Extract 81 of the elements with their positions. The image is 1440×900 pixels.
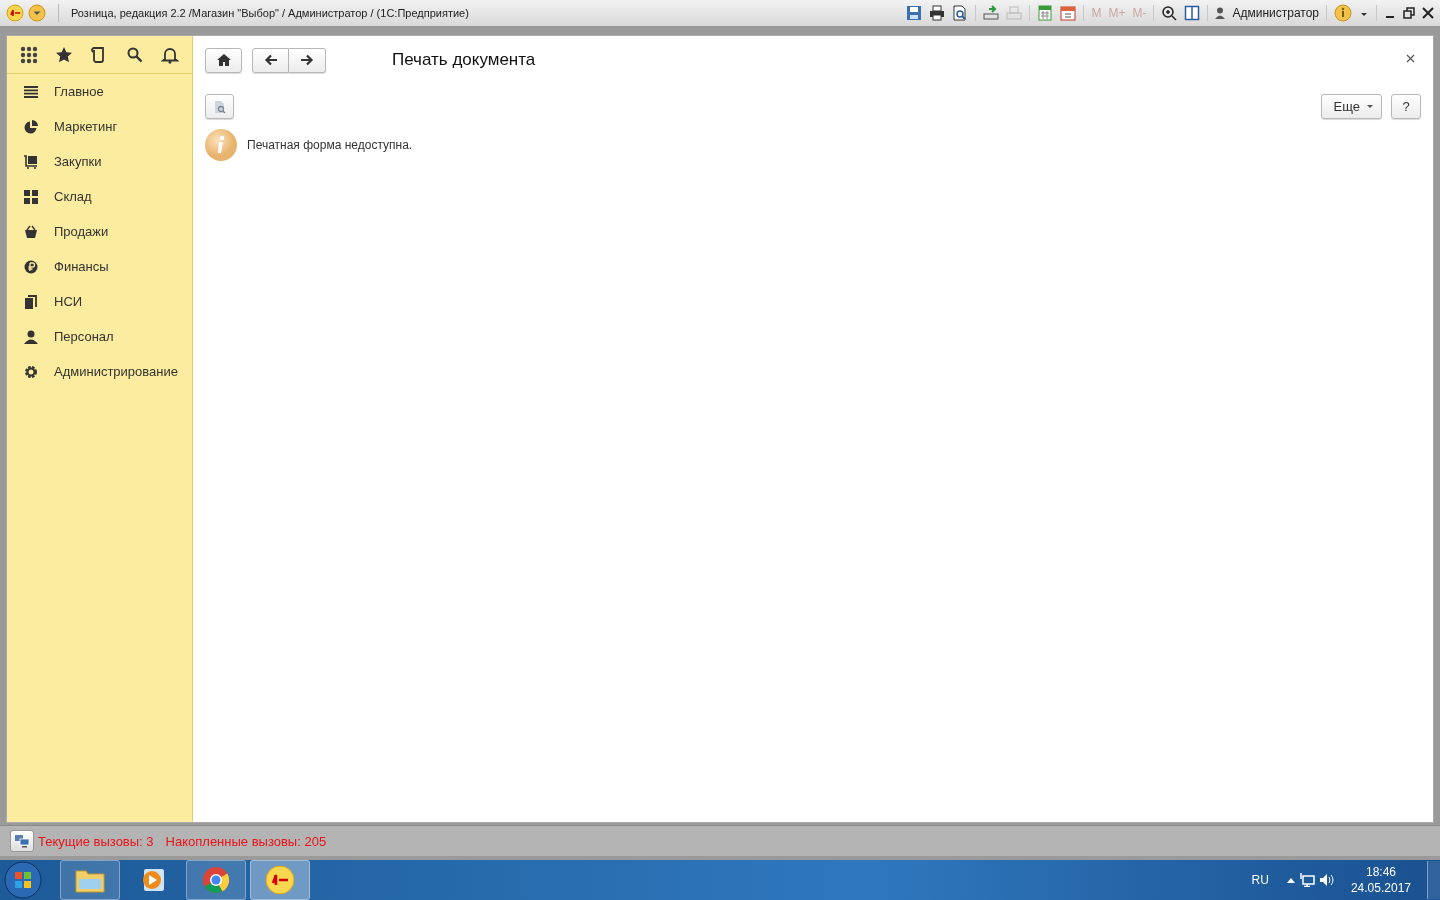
ruble-coin-icon [24,259,38,274]
close-icon[interactable] [1422,7,1434,19]
chevron-up-icon[interactable] [1286,877,1295,883]
sidebar-label: Финансы [54,259,109,274]
arrow-right-icon [300,54,314,66]
settings-icon [24,364,38,379]
app-logo-icon[interactable] [6,4,24,22]
sidebar-item[interactable]: Продажи [7,214,192,249]
start-button[interactable] [4,861,42,899]
current-calls: Текущие вызовы: 3 [38,833,154,849]
speaker-icon[interactable] [1318,873,1335,887]
list-icon [24,84,38,99]
sidebar-item[interactable]: НСИ [7,284,192,319]
bell-icon[interactable] [161,45,180,64]
sidebar-item[interactable]: Финансы [7,249,192,284]
sidebar-label: Администрирование [54,364,178,379]
browser-icon [202,866,230,894]
sidebar-label: Продажи [54,224,109,239]
cart-icon [24,154,38,169]
forward-button[interactable] [289,47,326,73]
books-icon [24,294,38,309]
close-icon[interactable] [1406,54,1415,63]
preview-icon[interactable] [952,5,969,21]
connection-button[interactable] [10,830,34,852]
computers-icon [14,834,30,848]
home-icon [216,54,231,66]
import-icon[interactable] [983,5,1000,21]
info-icon[interactable] [1334,4,1352,22]
sidebar-item[interactable]: Администрирование [7,354,192,389]
panels-icon[interactable] [1184,5,1201,21]
accumulated-calls: Накопленные вызовы: 205 [165,833,327,849]
calendar-icon[interactable] [1060,5,1077,21]
clock[interactable]: 18:46 24.05.2017 [1350,865,1411,895]
app-logo-icon [265,865,295,895]
calculator-icon[interactable] [1037,5,1054,21]
date: 24.05.2017 [1350,881,1411,895]
taskbar-button[interactable] [186,860,246,900]
arrow-left-icon [263,54,278,66]
taskbar-button[interactable] [60,860,120,900]
sidebar-label: Персонал [54,329,114,344]
sidebar-item[interactable]: Склад [7,179,192,214]
user-icon [1215,7,1226,19]
caret-icon [1367,104,1373,109]
restore-icon[interactable] [1403,7,1415,19]
form-title: Печать документа [392,50,536,70]
star-icon[interactable] [55,45,74,64]
language-indicator[interactable]: RU [1251,873,1269,887]
play-icon [140,867,166,893]
search-icon[interactable] [125,45,144,64]
window-title: Розница, редакция 2.2 /Магазин "Выбор" / Администратор / (1С:Предприятие) [71,7,469,19]
taskbar-button[interactable] [250,860,310,900]
more-button[interactable]: Еще [1320,94,1382,119]
message-text: Печатная форма недоступна. [247,138,413,152]
back-button[interactable] [252,47,289,73]
sidebar-label: Маркетинг [54,119,118,134]
sidebar-item[interactable]: Главное [7,74,192,109]
time: 18:46 [1365,865,1396,879]
apps-grid-icon[interactable] [19,45,38,64]
sidebar-label: НСИ [54,294,83,309]
person-icon [24,329,38,344]
pie-chart-icon [24,119,38,134]
network-icon[interactable] [1298,873,1315,887]
basket-icon [24,224,38,239]
sidebar-label: Закупки [54,154,102,169]
document-search-icon [213,99,226,114]
sidebar-item[interactable]: Маркетинг [7,109,192,144]
zoom-icon[interactable] [1161,5,1178,21]
save-icon[interactable] [906,5,923,21]
print-icon[interactable] [929,5,946,21]
info-icon [205,129,237,161]
sidebar-item[interactable]: Закупки [7,144,192,179]
sidebar-label: Склад [54,189,92,204]
user-name[interactable]: Администратор [1232,6,1319,20]
dropdown-icon[interactable] [28,4,46,22]
home-button[interactable] [205,47,242,73]
preview-button[interactable] [205,94,234,119]
grid-icon [24,189,38,204]
folder-icon [75,867,105,893]
help-button[interactable]: ? [1391,94,1421,119]
sidebar-item[interactable]: Персонал [7,319,192,354]
sidebar-label: Главное [54,84,104,99]
